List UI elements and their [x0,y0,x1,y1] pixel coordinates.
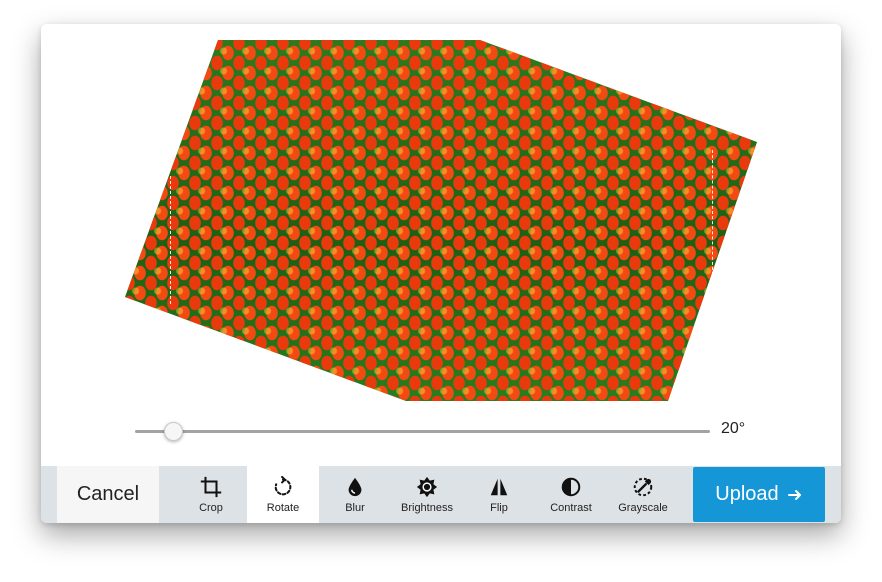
upload-button[interactable]: Upload [693,467,825,522]
rotation-angle-label: 20° [721,420,746,437]
contrast-icon [561,477,581,497]
grayscale-icon [633,477,653,497]
rotation-slider-row: 20° [41,416,841,446]
tool-crop[interactable]: Crop [175,466,247,523]
rotated-tulip-photo[interactable] [125,40,757,401]
rotation-slider-thumb[interactable] [164,422,183,441]
tool-label: Grayscale [618,502,668,514]
cancel-label: Cancel [76,483,140,505]
tool-label: Contrast [550,502,592,514]
crop-icon [200,476,222,498]
tool-flip[interactable]: Flip [463,466,535,523]
editor-toolbar: Cancel Crop Rotate Blur Brightness Flip … [41,466,841,523]
tool-label: Rotate [266,502,300,514]
tool-label: Crop [199,502,223,514]
image-canvas: 20° [41,24,841,466]
arrow-right-icon [787,489,801,500]
image-editor-dialog: 20° Cancel Crop Rotate Blur Brightness F… [41,24,841,523]
crop-guide-left [170,176,171,304]
tool-label: Brightness [401,502,453,514]
rotate-icon [274,476,292,496]
tool-label: Blur [345,502,365,514]
crop-guide-right [712,150,713,275]
tool-grayscale[interactable]: Grayscale [607,466,679,523]
tool-contrast[interactable]: Contrast [535,466,607,523]
droplet-icon [348,477,362,497]
tool-blur[interactable]: Blur [319,466,391,523]
sun-icon [416,476,438,498]
tool-label: Flip [490,502,508,514]
rotation-slider-track[interactable] [135,430,710,433]
flip-icon [490,478,508,496]
upload-label: Upload [715,483,779,505]
tool-brightness[interactable]: Brightness [391,466,463,523]
tool-rotate[interactable]: Rotate [247,466,319,523]
cancel-button[interactable]: Cancel [57,466,159,523]
